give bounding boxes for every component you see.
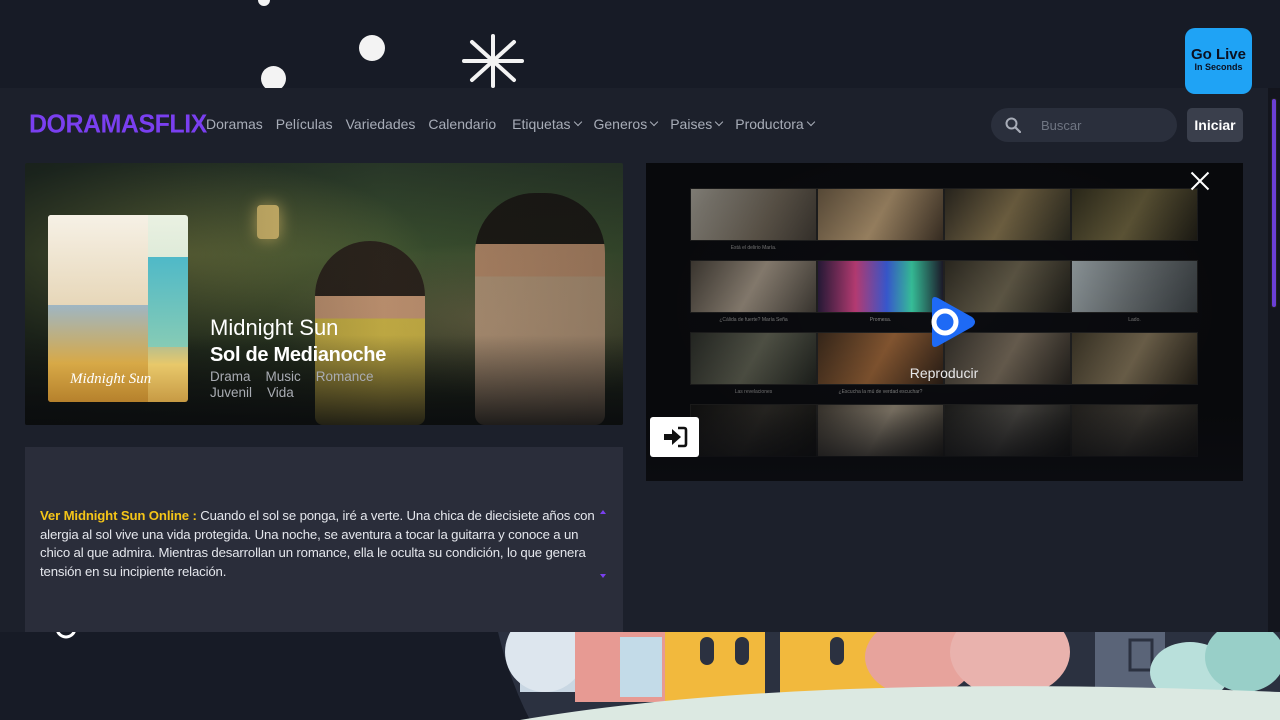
close-icon[interactable]: [1189, 170, 1211, 192]
play-label[interactable]: Reproducir: [898, 365, 990, 381]
sparkle-icon: [462, 34, 524, 88]
scroll-up-icon[interactable]: [600, 510, 606, 514]
genre-tag[interactable]: Music: [266, 369, 301, 385]
nav-item-peliculas[interactable]: Películas: [276, 116, 333, 132]
genre-tag[interactable]: Drama: [210, 369, 251, 385]
decorative-bottom-illustration: [0, 632, 1280, 720]
chevron-down-icon: [714, 117, 724, 127]
nav-label: Variedades: [345, 116, 416, 132]
scrollbar-thumb[interactable]: [1271, 98, 1277, 308]
search-icon: [1005, 117, 1021, 133]
nav-label: Doramas: [206, 116, 263, 132]
go-live-ad-button[interactable]: Go Live In Seconds: [1185, 28, 1252, 94]
main-nav: Doramas Películas Variedades Calendario …: [206, 116, 827, 132]
go-live-subtitle: In Seconds: [1194, 62, 1243, 72]
search-box[interactable]: [991, 108, 1177, 142]
nav-item-calendario[interactable]: Calendario: [428, 116, 496, 132]
video-thumbnail: [1071, 332, 1198, 385]
chevron-down-icon: [806, 117, 815, 127]
decor-dot: [359, 35, 385, 61]
nav-label: Generos: [593, 116, 648, 132]
video-thumbnail: Las revelaciones: [690, 332, 817, 395]
video-thumbnail: [1071, 188, 1198, 241]
login-enter-button[interactable]: [650, 417, 699, 457]
synopsis-lead: Ver Midnight Sun Online :: [40, 508, 197, 523]
decorative-top-band: [0, 0, 1280, 91]
video-thumbnail: Está el delirio María.: [690, 188, 817, 251]
nav-label: Paises: [670, 116, 713, 132]
nav-item-etiquetas[interactable]: Etiquetas: [512, 116, 582, 132]
town-illustration: [56, 632, 1280, 720]
sign-in-icon: [663, 426, 687, 448]
poster-panel: [48, 215, 148, 305]
hero-title[interactable]: Midnight Sun: [210, 315, 338, 341]
nav-label: Productora: [735, 116, 804, 132]
nav-label: Películas: [275, 116, 333, 132]
nav-item-generos[interactable]: Generos: [593, 116, 659, 132]
synopsis: Ver Midnight Sun Online : Cuando el sol …: [40, 507, 605, 582]
chevron-down-icon: [649, 117, 659, 127]
decor-dot: [258, 0, 270, 6]
video-thumbnail: Lado.: [1071, 260, 1198, 323]
site-logo[interactable]: DORAMASFLIX: [29, 109, 207, 139]
video-thumbnail: ¿Cálida de fuerte? María Seña: [690, 260, 817, 323]
search-input[interactable]: [1041, 117, 1161, 133]
nav-item-paises[interactable]: Paises: [670, 116, 724, 132]
play-icon[interactable]: [924, 295, 978, 349]
go-live-title: Go Live: [1190, 46, 1246, 63]
nav-item-doramas[interactable]: Doramas: [206, 116, 263, 132]
hero-subtitle[interactable]: Sol de Medianoche: [210, 344, 386, 367]
video-thumbnail: [817, 188, 944, 241]
genre-tag[interactable]: Vida: [267, 385, 294, 401]
poster-panel: [148, 257, 188, 347]
genre-tag[interactable]: Romance: [316, 369, 374, 385]
nav-label: Etiquetas: [512, 116, 571, 132]
page-scrollbar[interactable]: [1268, 88, 1280, 632]
nav-item-productora[interactable]: Productora: [735, 116, 815, 132]
nav-item-variedades[interactable]: Variedades: [346, 116, 416, 132]
video-thumbnail: [944, 188, 1071, 241]
chevron-down-icon: [573, 117, 582, 127]
thumbnail-caption: Lado.: [1128, 317, 1141, 323]
hero-poster[interactable]: Midnight Sun: [48, 215, 188, 402]
thumbnail-caption: ¿Cálida de fuerte? María Seña: [719, 317, 788, 323]
thumbnail-caption: Está el delirio María.: [730, 245, 777, 251]
scroll-down-icon[interactable]: [600, 574, 606, 578]
nav-label: Calendario: [428, 116, 497, 132]
poster-title: Midnight Sun: [70, 371, 152, 387]
login-button[interactable]: Iniciar: [1187, 108, 1243, 142]
description-box: Ver Midnight Sun Online : Cuando el sol …: [25, 447, 623, 632]
thumbnail-caption: ¿Escucha la mú de verdad escuchar?: [838, 389, 923, 395]
genre-list: Drama Music Romance Juvenil Vida: [210, 369, 390, 401]
thumbnail-caption: Las revelaciones: [734, 389, 773, 395]
player-fade: [646, 411, 1243, 481]
genre-tag[interactable]: Juvenil: [210, 385, 252, 401]
hero-banner[interactable]: Midnight Sun Midnight Sun Sol de Mediano…: [25, 163, 623, 425]
